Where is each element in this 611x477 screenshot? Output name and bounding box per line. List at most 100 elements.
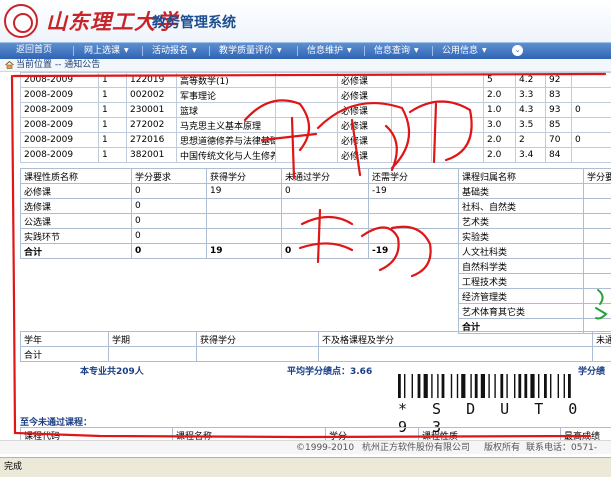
category-rows: 课程归属名称学分要基础类社科、自然类艺术类实验类人文社科类自然科学类工程技术类经… xyxy=(458,168,611,334)
table-cell: 选修课 xyxy=(20,198,132,214)
table-cell: 中国传统文化与人生修养 xyxy=(176,147,276,163)
nav-activity-signup[interactable]: 活动报名 ▼ xyxy=(152,43,197,59)
table-cell: 0 xyxy=(571,102,611,118)
average-gpa: 平均学分绩点：3.66 xyxy=(287,367,373,377)
nav-info-query[interactable]: 信息查询 ▼ xyxy=(374,43,419,59)
table-row: 实验类 xyxy=(458,228,611,244)
nav-home[interactable]: 返回首页 xyxy=(16,43,52,59)
company-name: 杭州正方软件股份有限公司 xyxy=(362,443,471,453)
category-summary-table: 课程归属名称学分要基础类社科、自然类艺术类实验类人文社科类自然科学类工程技术类经… xyxy=(458,168,611,334)
table-row: 艺术类 xyxy=(458,213,611,229)
table-cell xyxy=(391,87,432,103)
table-cell: 思想道德修养与法律基础B(1) xyxy=(176,132,276,148)
nav-teaching-evaluation-label: 教学质量评价 xyxy=(219,46,274,56)
barcode-bar xyxy=(450,374,453,398)
table-cell xyxy=(275,117,338,133)
table-cell: 0 xyxy=(131,228,207,244)
header-cell: 学期 xyxy=(108,331,197,347)
table-cell: 19 xyxy=(206,183,282,199)
table-cell: 1 xyxy=(98,102,127,118)
table-cell: 85 xyxy=(545,117,572,133)
nav-separator xyxy=(73,46,74,56)
table-cell: 1 xyxy=(98,72,127,88)
nav-info-maintenance[interactable]: 信息维护 ▼ xyxy=(307,43,352,59)
table-cell: 93 xyxy=(545,102,572,118)
nav-course-selection[interactable]: 网上选课 ▼ xyxy=(84,43,129,59)
home-icon xyxy=(5,61,14,69)
header-cell: 获得学分 xyxy=(206,168,282,184)
table-cell xyxy=(275,87,338,103)
table-cell: 2008-2009 xyxy=(20,87,99,103)
barcode-bar xyxy=(518,374,522,398)
header-cell: 学年 xyxy=(20,331,109,347)
table-cell: 基础类 xyxy=(458,183,584,199)
barcode-bar xyxy=(538,374,540,398)
table-row: 2008-2009 1 230001 篮球 必修课 1.0 4.3 93 0 xyxy=(20,102,611,118)
table-cell: 1 xyxy=(98,132,127,148)
table-cell: 2.0 xyxy=(483,147,516,163)
table-cell: 0 xyxy=(131,183,207,199)
table-cell xyxy=(431,102,484,118)
table-cell: 2.0 xyxy=(483,132,516,148)
table-cell xyxy=(206,228,282,244)
table-cell: 实验类 xyxy=(458,228,584,244)
caret-down-icon: ▼ xyxy=(277,47,282,54)
nav-separator xyxy=(432,46,433,56)
header-cell: 未通 xyxy=(592,331,611,347)
nav-activity-signup-label: 活动报名 xyxy=(152,46,189,56)
barcode-bar xyxy=(524,374,528,398)
table-cell xyxy=(281,213,369,229)
table-header-row: 学年 学期 获得学分 不及格课程及学分 未通 xyxy=(20,331,611,347)
table-cell: 1 xyxy=(98,147,127,163)
table-cell xyxy=(583,183,611,199)
header-cell: 学分要求 xyxy=(131,168,207,184)
nav-public-info[interactable]: 公用信息 ▼ xyxy=(442,43,487,59)
table-cell: 3.5 xyxy=(515,117,546,133)
table-cell: 人文社科类 xyxy=(458,243,584,259)
table-cell: 3.0 xyxy=(483,117,516,133)
table-cell: 0 xyxy=(571,132,611,148)
header-cell: 最高成绩 xyxy=(560,427,611,440)
table-cell: 必修课 xyxy=(337,72,392,88)
table-cell: 4.2 xyxy=(515,72,546,88)
table-cell: 必修课 xyxy=(337,147,392,163)
table-row: 合计 xyxy=(20,346,611,362)
nav-public-info-label: 公用信息 xyxy=(442,46,479,56)
caret-down-icon: ▼ xyxy=(347,47,352,54)
credit-summary-table: 课程性质名称 学分要求 获得学分 未通过学分 还需学分 必修课 0 19 0 -19 选修课 0 公选课… xyxy=(20,168,459,259)
caret-down-icon: ▼ xyxy=(192,47,197,54)
barcode-bar xyxy=(411,374,413,398)
header-cell: 课程性质 xyxy=(418,427,561,440)
breadcrumb-text: 当前位置 -- 通知公告 xyxy=(16,60,101,70)
table-cell xyxy=(391,147,432,163)
table-cell: 艺术体育其它类 xyxy=(458,303,584,319)
table-cell: 必修课 xyxy=(337,102,392,118)
expand-down-icon[interactable]: ⌄ xyxy=(512,45,523,56)
table-cell xyxy=(431,72,484,88)
nav-info-query-label: 信息查询 xyxy=(374,46,411,56)
table-cell: 2008-2009 xyxy=(20,147,99,163)
nav-separator xyxy=(364,46,365,56)
table-cell: 必修课 xyxy=(337,87,392,103)
table-header-row: 课程性质名称 学分要求 获得学分 未通过学分 还需学分 xyxy=(20,168,459,184)
table-cell xyxy=(275,147,338,163)
table-cell: 军事理论 xyxy=(176,87,276,103)
table-cell: 2008-2009 xyxy=(20,102,99,118)
table-row: 实践环节 0 xyxy=(20,228,459,244)
table-cell: 自然科学类 xyxy=(458,258,584,274)
table-row: 基础类 xyxy=(458,183,611,199)
header: 山东理工大学 教务管理系统 xyxy=(0,0,611,42)
total-cell: -19 xyxy=(368,243,459,259)
table-cell xyxy=(583,303,611,319)
table-cell: 70 xyxy=(545,132,572,148)
barcode-bar xyxy=(437,374,439,398)
table-cell xyxy=(368,213,459,229)
table-cell: 艺术类 xyxy=(458,213,584,229)
table-cell xyxy=(281,228,369,244)
table-cell: 92 xyxy=(545,72,572,88)
table-row: 社科、自然类 xyxy=(458,198,611,214)
nav-teaching-evaluation[interactable]: 教学质量评价 ▼ xyxy=(219,43,282,59)
table-cell: 1 xyxy=(98,117,127,133)
barcode-bar xyxy=(417,374,421,398)
table-cell xyxy=(275,132,338,148)
